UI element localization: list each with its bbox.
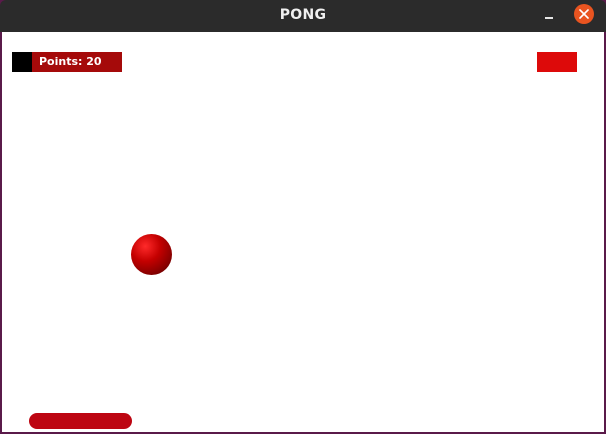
- game-canvas[interactable]: Points: 20: [2, 32, 604, 432]
- window-title: PONG: [279, 7, 327, 23]
- app-window: PONG Points: 20: [0, 0, 606, 434]
- opponent-paddle: [537, 52, 577, 72]
- points-label: Points: 20: [39, 55, 102, 68]
- title-bar[interactable]: PONG: [0, 0, 606, 32]
- player-paddle[interactable]: [29, 413, 132, 429]
- ball: [131, 234, 172, 275]
- score-swatch: [12, 52, 32, 72]
- close-button[interactable]: [574, 4, 594, 24]
- score-display: Points: 20: [12, 52, 122, 72]
- minimize-button[interactable]: [541, 9, 557, 23]
- close-icon: [579, 9, 589, 19]
